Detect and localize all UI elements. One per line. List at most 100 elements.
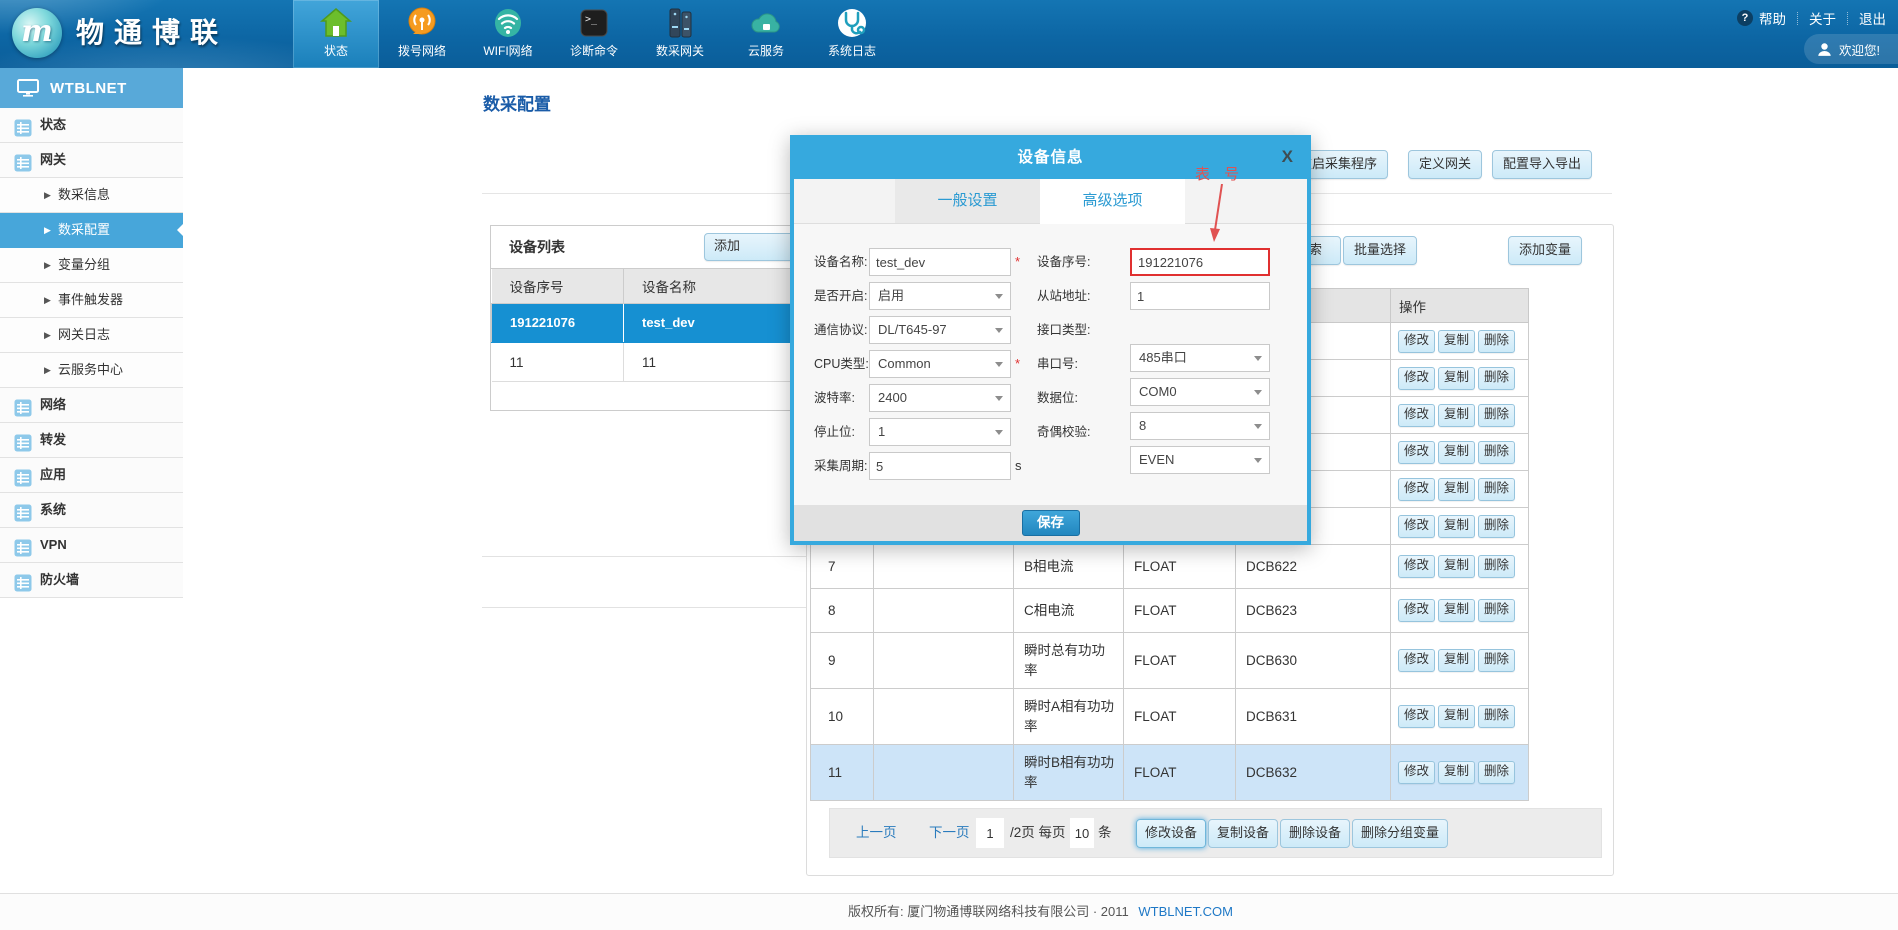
edit-button[interactable]: 修改 bbox=[1398, 761, 1435, 784]
variable-row[interactable]: 9 瞬时总有功功率 FLOAT DCB630 修改复制删除 bbox=[811, 633, 1529, 689]
cloud-icon bbox=[749, 6, 783, 40]
sidebar-item-variable-group[interactable]: ▶ 变量分组 bbox=[0, 248, 183, 283]
sidebar-item-network[interactable]: 网络 bbox=[0, 388, 183, 423]
nav-item-system-log[interactable]: 系统日志 bbox=[809, 0, 895, 68]
copy-button[interactable]: 复制 bbox=[1438, 404, 1475, 427]
copy-button[interactable]: 复制 bbox=[1438, 761, 1475, 784]
sidebar-item-vpn[interactable]: VPN bbox=[0, 528, 183, 563]
about-link[interactable]: 关于 bbox=[1809, 8, 1836, 28]
enabled-select[interactable]: 启用 bbox=[869, 282, 1011, 310]
edit-button[interactable]: 修改 bbox=[1398, 599, 1435, 622]
edit-button[interactable]: 修改 bbox=[1398, 515, 1435, 538]
app-root: m 物通博联 状态 拨号网络 WIFI网络 bbox=[0, 0, 1898, 930]
delete-button[interactable]: 删除 bbox=[1478, 761, 1515, 784]
sidebar-item-status[interactable]: 状态 bbox=[0, 108, 183, 143]
edit-button[interactable]: 修改 bbox=[1398, 330, 1435, 353]
nav-item-data-gateway[interactable]: 数采网关 bbox=[637, 0, 723, 68]
cpu-type-select[interactable]: Common bbox=[869, 350, 1011, 378]
sidebar-item-forwarding[interactable]: 转发 bbox=[0, 423, 183, 458]
sidebar-item-gateway-log[interactable]: ▶ 网关日志 bbox=[0, 318, 183, 353]
cell-index: 9 bbox=[811, 633, 874, 689]
nav-item-cloud-service[interactable]: 云服务 bbox=[723, 0, 809, 68]
variable-row[interactable]: 10 瞬时A相有功功率 FLOAT DCB631 修改复制删除 bbox=[811, 689, 1529, 745]
edit-button[interactable]: 修改 bbox=[1398, 441, 1435, 464]
tab-advanced-options[interactable]: 高级选项 bbox=[1040, 179, 1185, 224]
sidebar-item-data-collection-info[interactable]: ▶ 数采信息 bbox=[0, 178, 183, 213]
sidebar-item-data-collection-config[interactable]: ▶ 数采配置 bbox=[0, 213, 183, 248]
sidebar-item-application[interactable]: 应用 bbox=[0, 458, 183, 493]
variable-row[interactable]: 8 C相电流 FLOAT DCB623 修改复制删除 bbox=[811, 589, 1529, 633]
variable-row[interactable]: 7 B相电流 FLOAT DCB622 修改复制删除 bbox=[811, 545, 1529, 589]
save-button[interactable]: 保存 bbox=[1022, 510, 1080, 536]
delete-button[interactable]: 删除 bbox=[1478, 515, 1515, 538]
cell-name: 瞬时A相有功功率 bbox=[1014, 689, 1124, 745]
copy-button[interactable]: 复制 bbox=[1438, 330, 1475, 353]
prev-page-link[interactable]: 上一页 bbox=[856, 809, 897, 857]
device-name-input[interactable] bbox=[869, 248, 1011, 276]
nav-item-dialup-network[interactable]: 拨号网络 bbox=[379, 0, 465, 68]
collection-period-label: 采集周期: bbox=[814, 452, 867, 480]
copy-button[interactable]: 复制 bbox=[1438, 649, 1475, 672]
sidebar-item-label: 变量分组 bbox=[58, 257, 110, 272]
delete-button[interactable]: 删除 bbox=[1478, 404, 1515, 427]
device-serial-input[interactable] bbox=[1130, 248, 1270, 276]
sidebar-item-firewall[interactable]: 防火墙 bbox=[0, 563, 183, 598]
variable-row-highlighted[interactable]: 11 瞬时B相有功功率 FLOAT DCB632 修改复制删除 bbox=[811, 745, 1529, 801]
protocol-select[interactable]: DL/T645-97 bbox=[869, 316, 1011, 344]
footer-link[interactable]: WTBLNET.COM bbox=[1138, 904, 1233, 919]
copy-button[interactable]: 复制 bbox=[1438, 478, 1475, 501]
baud-rate-select[interactable]: 2400 bbox=[869, 384, 1011, 412]
cell-type: FLOAT bbox=[1124, 589, 1236, 633]
sidebar-item-cloud-center[interactable]: ▶ 云服务中心 bbox=[0, 353, 183, 388]
copy-button[interactable]: 复制 bbox=[1438, 367, 1475, 390]
device-info-modal: 设备信息 X 一般设置 高级选项 表 号 设备名称: * 设备序号: 是否开启:… bbox=[790, 135, 1311, 545]
help-link[interactable]: 帮助 bbox=[1759, 8, 1786, 28]
edit-button[interactable]: 修改 bbox=[1398, 649, 1435, 672]
edit-device-button[interactable]: 修改设备 bbox=[1136, 819, 1206, 848]
edit-button[interactable]: 修改 bbox=[1398, 404, 1435, 427]
next-page-link[interactable]: 下一页 bbox=[929, 809, 970, 857]
tab-general-settings[interactable]: 一般设置 bbox=[895, 179, 1040, 223]
delete-button[interactable]: 删除 bbox=[1478, 649, 1515, 672]
sidebar-item-event-trigger[interactable]: ▶ 事件触发器 bbox=[0, 283, 183, 318]
close-icon[interactable]: X bbox=[1282, 147, 1293, 167]
add-variable-button[interactable]: 添加变量 bbox=[1508, 236, 1582, 265]
copy-button[interactable]: 复制 bbox=[1438, 599, 1475, 622]
edit-button[interactable]: 修改 bbox=[1398, 478, 1435, 501]
welcome-pill[interactable]: 欢迎您! bbox=[1804, 34, 1898, 64]
batch-select-button[interactable]: 批量选择 bbox=[1343, 236, 1417, 265]
delete-button[interactable]: 删除 bbox=[1478, 555, 1515, 578]
delete-device-button[interactable]: 删除设备 bbox=[1280, 819, 1350, 848]
nav-item-diagnostic-command[interactable]: >_ 诊断命令 bbox=[551, 0, 637, 68]
delete-button[interactable]: 删除 bbox=[1478, 367, 1515, 390]
page-footer: 版权所有: 厦门物通博联网络科技有限公司 · 2011 WTBLNET.COM bbox=[0, 893, 1898, 930]
stop-bits-select[interactable]: 1 bbox=[869, 418, 1011, 446]
copy-button[interactable]: 复制 bbox=[1438, 705, 1475, 728]
page-number-input[interactable] bbox=[976, 818, 1004, 848]
copy-button[interactable]: 复制 bbox=[1438, 441, 1475, 464]
config-import-export-button[interactable]: 配置导入导出 bbox=[1492, 150, 1592, 179]
delete-button[interactable]: 删除 bbox=[1478, 441, 1515, 464]
copy-button[interactable]: 复制 bbox=[1438, 515, 1475, 538]
delete-group-variable-button[interactable]: 删除分组变量 bbox=[1352, 819, 1448, 848]
page-size-input[interactable] bbox=[1070, 818, 1094, 848]
sidebar-item-gateway[interactable]: 网关 bbox=[0, 143, 183, 178]
edit-button[interactable]: 修改 bbox=[1398, 555, 1435, 578]
nav-item-wifi-network[interactable]: WIFI网络 bbox=[465, 0, 551, 68]
copy-device-button[interactable]: 复制设备 bbox=[1208, 819, 1278, 848]
edit-button[interactable]: 修改 bbox=[1398, 367, 1435, 390]
sidebar-item-system[interactable]: 系统 bbox=[0, 493, 183, 528]
cell-index: 11 bbox=[811, 745, 874, 801]
delete-button[interactable]: 删除 bbox=[1478, 330, 1515, 353]
edit-button[interactable]: 修改 bbox=[1398, 705, 1435, 728]
logout-link[interactable]: 退出 bbox=[1859, 8, 1886, 28]
sidebar: WTBLNET 状态 网关 ▶ 数采信息 ▶ 数采配置 ▶ 变量分组 ▶ 事件触… bbox=[0, 68, 184, 930]
copy-button[interactable]: 复制 bbox=[1438, 555, 1475, 578]
define-gateway-button[interactable]: 定义网关 bbox=[1408, 150, 1482, 179]
delete-button[interactable]: 删除 bbox=[1478, 478, 1515, 501]
delete-button[interactable]: 删除 bbox=[1478, 705, 1515, 728]
delete-button[interactable]: 删除 bbox=[1478, 599, 1515, 622]
nav-item-status[interactable]: 状态 bbox=[293, 0, 379, 68]
collection-period-input[interactable] bbox=[869, 452, 1011, 480]
slave-address-input[interactable] bbox=[1130, 282, 1270, 310]
